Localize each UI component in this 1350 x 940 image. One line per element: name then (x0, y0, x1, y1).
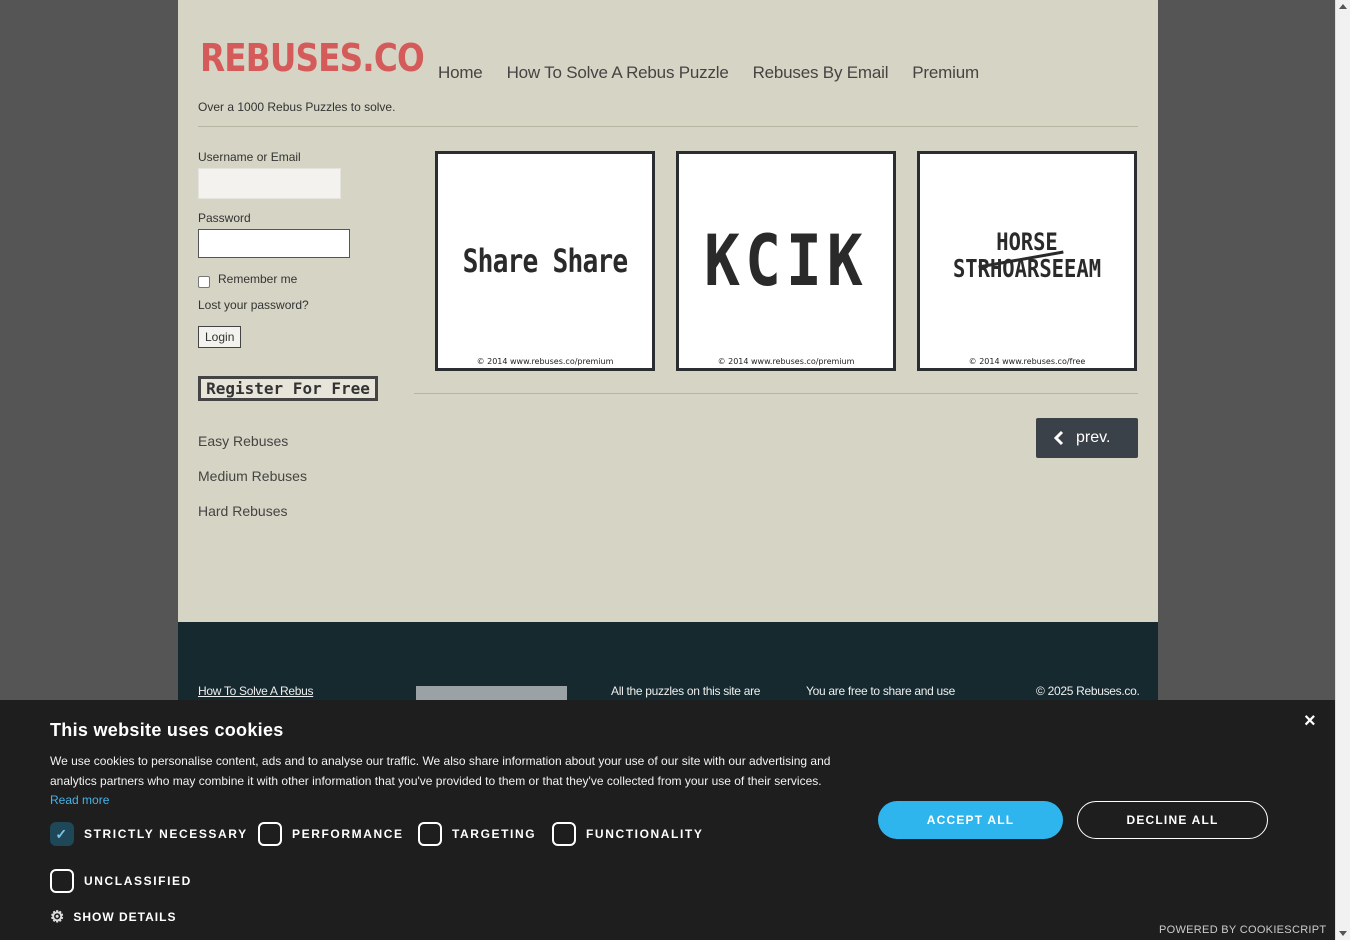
category-medium[interactable]: Medium Rebuses (198, 468, 398, 484)
chevron-left-icon (1054, 430, 1064, 446)
puzzle-text-top: HORSE (996, 228, 1058, 256)
sidebar: Username or Email Password Remember me L… (198, 150, 398, 538)
gear-icon: ⚙ (50, 909, 66, 926)
option-label: UNCLASSIFIED (84, 874, 192, 888)
checkbox-icon[interactable] (552, 822, 576, 846)
nav-home[interactable]: Home (438, 63, 483, 83)
footer-share-text: You are free to share and use (806, 684, 955, 698)
username-label: Username or Email (198, 150, 301, 164)
checkbox-icon[interactable] (50, 869, 74, 893)
cookie-banner: This website uses cookies We use cookies… (0, 700, 1335, 940)
option-unclassified[interactable]: UNCLASSIFIED (50, 869, 192, 893)
site-logo[interactable]: REBUSES.CO (200, 36, 425, 80)
read-more-link[interactable]: Read more (50, 793, 109, 807)
close-icon[interactable]: × (1304, 710, 1316, 733)
cookie-text: We use cookies to personalise content, a… (50, 754, 831, 788)
footer-copyright: © 2025 Rebuses.co. (1036, 684, 1140, 698)
password-input[interactable] (198, 229, 350, 258)
username-input[interactable] (198, 168, 341, 199)
nav-rebuses-by-email[interactable]: Rebuses By Email (753, 63, 889, 83)
puzzle-grid: Share Share © 2014 www.rebuses.co/premiu… (435, 151, 1137, 371)
cookie-title: This website uses cookies (50, 720, 284, 740)
nav-how-to-solve[interactable]: How To Solve A Rebus Puzzle (507, 63, 729, 83)
password-label: Password (198, 211, 251, 225)
category-hard[interactable]: Hard Rebuses (198, 503, 398, 519)
header-divider (198, 126, 1138, 127)
option-strictly-necessary[interactable]: ✓ STRICTLY NECESSARY (50, 822, 248, 846)
prev-label: prev. (1076, 429, 1111, 446)
page-scrollbar[interactable] (1335, 0, 1350, 940)
page-container: REBUSES.CO Over a 1000 Rebus Puzzles to … (178, 0, 1158, 700)
show-details-label: SHOW DETAILS (73, 910, 177, 924)
option-label: FUNCTIONALITY (586, 827, 704, 841)
scroll-down-icon[interactable] (1339, 931, 1347, 936)
puzzle-text: Share Share (462, 242, 629, 280)
puzzle-card[interactable]: Share Share © 2014 www.rebuses.co/premiu… (435, 151, 655, 371)
puzzle-copyright: © 2014 www.rebuses.co/premium (476, 357, 614, 366)
nav-premium[interactable]: Premium (912, 63, 979, 83)
puzzle-card[interactable]: KCIK © 2014 www.rebuses.co/premium (676, 151, 896, 371)
footer-puzzles-text: All the puzzles on this site are (611, 684, 761, 698)
lost-password-link[interactable]: Lost your password? (198, 298, 398, 312)
cookie-description: We use cookies to personalise content, a… (50, 752, 850, 811)
accept-all-button[interactable]: ACCEPT ALL (878, 801, 1063, 839)
decline-all-button[interactable]: DECLINE ALL (1077, 801, 1268, 839)
checkbox-icon[interactable] (258, 822, 282, 846)
login-button[interactable]: Login (198, 326, 242, 348)
prev-button[interactable]: prev. (1036, 418, 1138, 458)
site-tagline: Over a 1000 Rebus Puzzles to solve. (198, 100, 396, 114)
puzzle-card[interactable]: HORSE STRHOARSEEAM © 2014 www.rebuses.co… (917, 151, 1137, 371)
powered-by-link[interactable]: POWERED BY COOKIESCRIPT (1159, 924, 1326, 936)
scroll-up-icon[interactable] (1339, 4, 1347, 9)
puzzle-text: KCIK (704, 220, 868, 302)
remember-me-row: Remember me (198, 270, 398, 288)
category-easy[interactable]: Easy Rebuses (198, 433, 398, 449)
show-details-toggle[interactable]: ⚙ SHOW DETAILS (50, 907, 176, 927)
checkbox-icon[interactable] (418, 822, 442, 846)
register-button[interactable]: Register For Free (198, 376, 378, 401)
puzzle-copyright: © 2014 www.rebuses.co/premium (717, 357, 855, 366)
option-label: STRICTLY NECESSARY (84, 827, 248, 841)
remember-me-label: Remember me (218, 272, 298, 286)
option-performance[interactable]: PERFORMANCE (258, 822, 404, 846)
footer-how-to-solve-link[interactable]: How To Solve A Rebus (198, 684, 313, 698)
site-footer: How To Solve A Rebus All the puzzles on … (178, 622, 1158, 702)
category-list: Easy Rebuses Medium Rebuses Hard Rebuses (198, 433, 398, 519)
option-targeting[interactable]: TARGETING (418, 822, 536, 846)
option-label: PERFORMANCE (292, 827, 404, 841)
puzzle-copyright: © 2014 www.rebuses.co/free (968, 357, 1086, 366)
option-functionality[interactable]: FUNCTIONALITY (552, 822, 703, 846)
option-label: TARGETING (452, 827, 537, 841)
main-nav: Home How To Solve A Rebus Puzzle Rebuses… (438, 63, 979, 83)
remember-me-checkbox[interactable] (198, 276, 210, 288)
checkbox-checked-icon[interactable]: ✓ (50, 822, 74, 846)
content-divider (414, 393, 1138, 394)
